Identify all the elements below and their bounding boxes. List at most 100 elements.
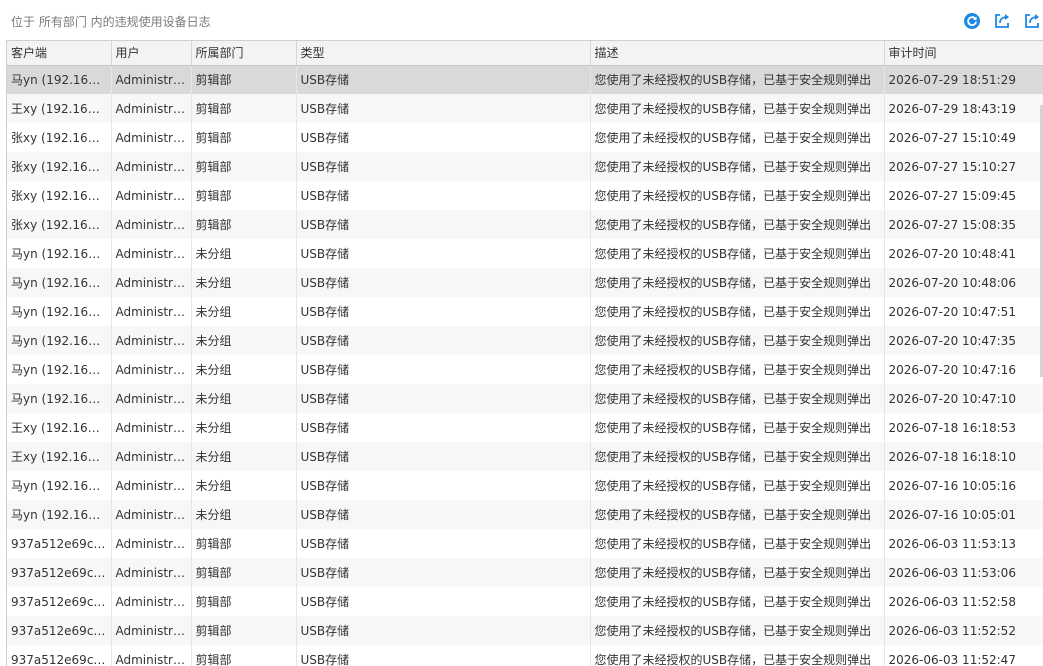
cell-audit-time: 2026-07-18 16:18:53 [884,413,1043,442]
cell-department: 剪辑部 [191,123,297,152]
column-header-type[interactable]: 类型 [296,41,591,66]
cell-type: USB存储 [296,239,591,268]
export-button[interactable] [991,10,1013,32]
cell-department: 剪辑部 [191,529,297,558]
table-row[interactable]: 马yn (192.168.3... Administra... 未分组 USB存储 您使… [7,297,1043,326]
cell-description: 您使用了未经授权的USB存储，已基于安全规则弹出 [590,210,885,239]
cell-department: 剪辑部 [191,587,297,616]
cell-client: 937a512e69c5f... [7,645,112,666]
cell-type: USB存储 [296,210,591,239]
cell-department: 未分组 [191,442,297,471]
table-row[interactable]: 937a512e69c5f... Administra... 剪辑部 USB存储 您使用… [7,616,1043,645]
cell-description: 您使用了未经授权的USB存储，已基于安全规则弹出 [590,326,885,355]
refresh-button[interactable] [961,10,983,32]
cell-user: Administra... [111,65,192,94]
cell-audit-time: 2026-07-27 15:09:45 [884,181,1043,210]
cell-client: 王xy (192.168.3... [7,442,112,471]
cell-user: Administra... [111,355,192,384]
table-row[interactable]: 马yn (192.168.3... Administra... 未分组 USB存储 您使… [7,268,1043,297]
table-row[interactable]: 马yn (192.168.3... Administra... 未分组 USB存储 您使… [7,384,1043,413]
table-body: 马yn (192.168.3... Administra... 剪辑部 USB存储 您使… [7,65,1043,666]
table-row[interactable]: 马yn (192.168.3... Administra... 未分组 USB存储 您使… [7,355,1043,384]
table-row[interactable]: 张xy (192.168.3... Administra... 剪辑部 USB存储 您使… [7,181,1043,210]
cell-user: Administra... [111,123,192,152]
audit-log-table: 客户端 用户 所属部门 类型 描述 审计时间 马yn (192.168.3...… [6,40,1043,666]
audit-log-page: 位于 所有部门 内的违规使用设备日志 客户端 用户 所属部门 类型 描述 审计时… [0,0,1043,666]
cell-client: 马yn (192.168.3... [7,239,112,268]
table-row[interactable]: 王xy (192.168.3... Administra... 未分组 USB存储 您使… [7,442,1043,471]
top-bar: 位于 所有部门 内的违规使用设备日志 [0,0,1043,40]
cell-audit-time: 2026-07-27 15:08:35 [884,210,1043,239]
cell-type: USB存储 [296,616,591,645]
table-row[interactable]: 马yn (192.168.3... Administra... 未分组 USB存储 您使… [7,471,1043,500]
cell-user: Administra... [111,500,192,529]
table-row[interactable]: 马yn (192.168.3... Administra... 剪辑部 USB存储 您使… [7,65,1043,94]
cell-description: 您使用了未经授权的USB存储，已基于安全规则弹出 [590,587,885,616]
cell-user: Administra... [111,587,192,616]
cell-audit-time: 2026-07-20 10:48:06 [884,268,1043,297]
cell-type: USB存储 [296,587,591,616]
table-row[interactable]: 马yn (192.168.3... Administra... 未分组 USB存储 您使… [7,239,1043,268]
cell-user: Administra... [111,529,192,558]
cell-type: USB存储 [296,326,591,355]
cell-audit-time: 2026-06-03 11:53:13 [884,529,1043,558]
table-row[interactable]: 937a512e69c5f... Administra... 剪辑部 USB存储 您使用… [7,558,1043,587]
table-row[interactable]: 王xy (192.168.3... Administra... 未分组 USB存储 您使… [7,413,1043,442]
cell-audit-time: 2026-07-20 10:47:35 [884,326,1043,355]
table-row[interactable]: 张xy (192.168.3... Administra... 剪辑部 USB存储 您使… [7,152,1043,181]
cell-audit-time: 2026-07-16 10:05:16 [884,471,1043,500]
cell-audit-time: 2026-06-03 11:52:47 [884,645,1043,666]
column-header-department[interactable]: 所属部门 [191,41,297,66]
cell-department: 剪辑部 [191,152,297,181]
cell-department: 未分组 [191,355,297,384]
table-row[interactable]: 937a512e69c5f... Administra... 剪辑部 USB存储 您使用… [7,529,1043,558]
cell-type: USB存储 [296,442,591,471]
cell-client: 张xy (192.168.3... [7,181,112,210]
cell-type: USB存储 [296,181,591,210]
table-row[interactable]: 马yn (192.168.3... Administra... 未分组 USB存储 您使… [7,326,1043,355]
cell-department: 剪辑部 [191,65,297,94]
cell-description: 您使用了未经授权的USB存储，已基于安全规则弹出 [590,355,885,384]
cell-type: USB存储 [296,268,591,297]
cell-description: 您使用了未经授权的USB存储，已基于安全规则弹出 [590,297,885,326]
cell-user: Administra... [111,558,192,587]
column-header-description[interactable]: 描述 [590,41,885,66]
toolbar [953,10,1043,32]
table-row[interactable]: 937a512e69c5f... Administra... 剪辑部 USB存储 您使用… [7,645,1043,666]
cell-client: 937a512e69c5f... [7,558,112,587]
column-header-audit-time[interactable]: 审计时间 [884,41,1043,66]
cell-department: 未分组 [191,268,297,297]
table-row[interactable]: 937a512e69c5f... Administra... 剪辑部 USB存储 您使用… [7,587,1043,616]
cell-description: 您使用了未经授权的USB存储，已基于安全规则弹出 [590,616,885,645]
table-row[interactable]: 张xy (192.168.3... Administra... 剪辑部 USB存储 您使… [7,123,1043,152]
cell-user: Administra... [111,442,192,471]
cell-description: 您使用了未经授权的USB存储，已基于安全规则弹出 [590,384,885,413]
column-header-client[interactable]: 客户端 [7,41,112,66]
cell-type: USB存储 [296,471,591,500]
cell-type: USB存储 [296,529,591,558]
cell-description: 您使用了未经授权的USB存储，已基于安全规则弹出 [590,239,885,268]
cell-type: USB存储 [296,413,591,442]
column-header-user[interactable]: 用户 [111,41,192,66]
export-icon [995,14,1009,28]
table-header-row: 客户端 用户 所属部门 类型 描述 审计时间 [7,41,1043,66]
table-row[interactable]: 张xy (192.168.3... Administra... 剪辑部 USB存储 您使… [7,210,1043,239]
cell-description: 您使用了未经授权的USB存储，已基于安全规则弹出 [590,268,885,297]
cell-audit-time: 2026-07-29 18:51:29 [884,65,1043,94]
cell-description: 您使用了未经授权的USB存储，已基于安全规则弹出 [590,94,885,123]
cell-description: 您使用了未经授权的USB存储，已基于安全规则弹出 [590,152,885,181]
cell-type: USB存储 [296,500,591,529]
cell-client: 张xy (192.168.3... [7,152,112,181]
cell-client: 马yn (192.168.3... [7,355,112,384]
cell-type: USB存储 [296,297,591,326]
cell-client: 937a512e69c5f... [7,587,112,616]
cell-department: 未分组 [191,297,297,326]
table-row[interactable]: 马yn (192.168.3... Administra... 未分组 USB存储 您使… [7,500,1043,529]
cell-client: 马yn (192.168.3... [7,297,112,326]
cell-type: USB存储 [296,384,591,413]
cell-user: Administra... [111,297,192,326]
cell-client: 马yn (192.168.3... [7,268,112,297]
cell-user: Administra... [111,181,192,210]
export-all-button[interactable] [1021,10,1043,32]
table-row[interactable]: 王xy (192.168.3... Administra... 剪辑部 USB存储 您使… [7,94,1043,123]
